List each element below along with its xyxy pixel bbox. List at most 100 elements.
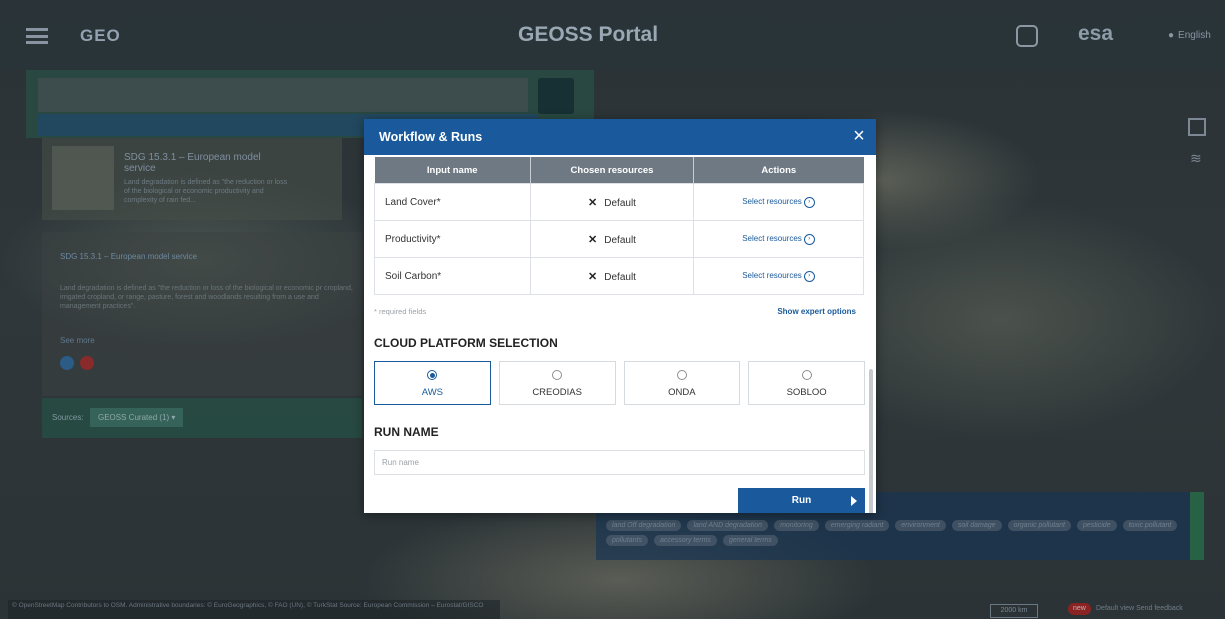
fullscreen-icon[interactable] — [1188, 118, 1206, 136]
layers-icon[interactable]: ≋ — [1190, 150, 1202, 167]
detail-panel: SDG 15.3.1 – European model service Land… — [42, 232, 362, 396]
keyword-tag[interactable]: land Off degradation — [606, 520, 682, 531]
portal-title: GEOSS Portal — [518, 23, 659, 46]
select-resources-label: Select resources — [742, 234, 802, 244]
keyword-tag[interactable]: toxic pollutant — [1122, 520, 1178, 531]
close-icon[interactable]: × — [850, 125, 868, 147]
dialog-header: Workflow & Runs × — [364, 119, 876, 155]
select-resources-link[interactable]: Select resources › — [742, 233, 815, 245]
table-row: Productivity* ✕ Default Select resources › — [374, 220, 864, 258]
chosen-resource-cell: ✕ Default — [530, 257, 694, 295]
sources-dropdown[interactable]: GEOSS Curated (1) ▾ — [90, 408, 184, 427]
location-pin-icon[interactable] — [80, 356, 94, 370]
result-thumbnail — [52, 146, 114, 210]
platform-option-creodias[interactable]: CREODIAS — [498, 361, 616, 405]
play-arrow-icon — [851, 496, 857, 506]
keyword-tag[interactable]: environment — [895, 520, 946, 531]
dialog-body: Input name Chosen resources Actions Land… — [364, 155, 876, 513]
keyword-tag[interactable]: emerging radiant — [824, 520, 890, 531]
dialog-title: Workflow & Runs — [379, 130, 483, 144]
action-cell: Select resources › — [693, 183, 864, 221]
catalog-toggle-button[interactable] — [538, 78, 574, 114]
new-badge: new — [1068, 603, 1091, 615]
table-row: Land Cover* ✕ Default Select resources › — [374, 183, 864, 221]
select-resources-label: Select resources — [742, 197, 802, 207]
keyword-tag[interactable]: soil damage — [951, 520, 1002, 531]
required-fields-note: * required fields — [374, 307, 427, 316]
geo-logo: GEO — [80, 26, 121, 45]
keyword-tag[interactable]: pollutants — [606, 535, 648, 546]
chosen-resource-value: Default — [604, 271, 636, 283]
chevron-right-circle-icon: › — [803, 233, 815, 245]
run-button-label: Run — [791, 495, 812, 506]
keyword-tag[interactable]: general terms — [722, 535, 778, 546]
esa-logo: esa — [1078, 22, 1114, 45]
detail-title: SDG 15.3.1 – European model service — [60, 252, 197, 261]
input-name-cell: Land Cover* — [374, 183, 531, 221]
cloud-platform-heading: CLOUD PLATFORM SELECTION — [374, 336, 558, 350]
info-icon[interactable] — [60, 356, 74, 370]
platform-option-sobloo[interactable]: SOBLOO — [748, 361, 865, 405]
action-cell: Select resources › — [693, 220, 864, 258]
action-cell: Select resources › — [693, 257, 864, 295]
account-icon[interactable] — [1016, 25, 1038, 47]
top-bar: GEO GEOSS Portal esa English — [0, 0, 1225, 70]
map-attribution: © OpenStreetMap Contributors to OSM. Adm… — [8, 600, 500, 619]
select-resources-link[interactable]: Select resources › — [742, 196, 815, 208]
chosen-resource-cell: ✕ Default — [530, 220, 694, 258]
platform-label: CREODIAS — [532, 387, 582, 398]
remove-resource-icon[interactable]: ✕ — [588, 271, 597, 283]
column-header-actions: Actions — [693, 157, 864, 184]
run-button[interactable]: Run — [738, 488, 865, 513]
language-selector[interactable]: English — [1168, 30, 1211, 41]
result-title: SDG 15.3.1 – European model service — [124, 152, 261, 174]
column-header-chosen-resources: Chosen resources — [530, 157, 694, 184]
keywords-next-button[interactable] — [1190, 492, 1204, 560]
run-name-input[interactable] — [374, 450, 865, 475]
show-expert-options-link[interactable]: Show expert options — [777, 307, 856, 316]
run-name-heading: RUN NAME — [374, 425, 439, 439]
keyword-tag[interactable]: monitoring — [774, 520, 819, 531]
keyword-tag[interactable]: land AND degradation — [687, 520, 769, 531]
result-description: Land degradation is defined as "the redu… — [124, 179, 288, 204]
platform-options: AWS CREODIAS ONDA SOBLOO — [374, 361, 865, 405]
chosen-resource-cell: ✕ Default — [530, 183, 694, 221]
sources-label: Sources: — [52, 413, 84, 422]
keyword-tags: land Off degradation land AND degradatio… — [606, 520, 1181, 546]
keyword-tag[interactable]: pesticide — [1076, 520, 1117, 531]
platform-label: AWS — [421, 387, 444, 398]
keyword-tag[interactable]: accessory terms — [653, 535, 717, 546]
hamburger-icon[interactable] — [26, 28, 48, 44]
column-header-input-name: Input name — [374, 157, 531, 184]
workflow-runs-dialog: Workflow & Runs × Input name Chosen reso… — [364, 119, 876, 513]
select-resources-label: Select resources — [742, 271, 802, 281]
radio-icon[interactable] — [427, 370, 438, 380]
search-input[interactable] — [38, 78, 528, 112]
radio-icon[interactable] — [552, 370, 563, 380]
chosen-resource-value: Default — [604, 197, 636, 209]
inputs-table: Input name Chosen resources Actions Land… — [374, 157, 864, 295]
keyword-tag[interactable]: organic pollutant — [1007, 520, 1071, 531]
sources-bar: Sources: GEOSS Curated (1) ▾ — [42, 398, 362, 438]
detail-text: Land degradation is defined as "the redu… — [60, 285, 353, 310]
dialog-scrollbar[interactable] — [869, 369, 873, 513]
see-more-link[interactable]: See more — [60, 336, 95, 345]
platform-label: SOBLOO — [786, 387, 827, 398]
map-scale: 2000 km — [990, 604, 1038, 618]
radio-icon[interactable] — [801, 370, 812, 380]
result-card[interactable]: SDG 15.3.1 – European model service Land… — [42, 138, 342, 220]
radio-icon[interactable] — [676, 370, 687, 380]
chevron-right-circle-icon: › — [803, 196, 815, 208]
remove-resource-icon[interactable]: ✕ — [588, 234, 597, 246]
input-name-cell: Soil Carbon* — [374, 257, 531, 295]
chosen-resource-value: Default — [604, 234, 636, 246]
chevron-right-circle-icon: › — [803, 270, 815, 282]
select-resources-link[interactable]: Select resources › — [742, 270, 815, 282]
table-row: Soil Carbon* ✕ Default Select resources › — [374, 257, 864, 295]
input-name-cell: Productivity* — [374, 220, 531, 258]
remove-resource-icon[interactable]: ✕ — [588, 197, 597, 209]
platform-option-aws[interactable]: AWS — [374, 361, 491, 405]
map-footer-links[interactable]: Default view Send feedback — [1096, 605, 1183, 612]
platform-label: ONDA — [668, 387, 696, 398]
platform-option-onda[interactable]: ONDA — [623, 361, 741, 405]
